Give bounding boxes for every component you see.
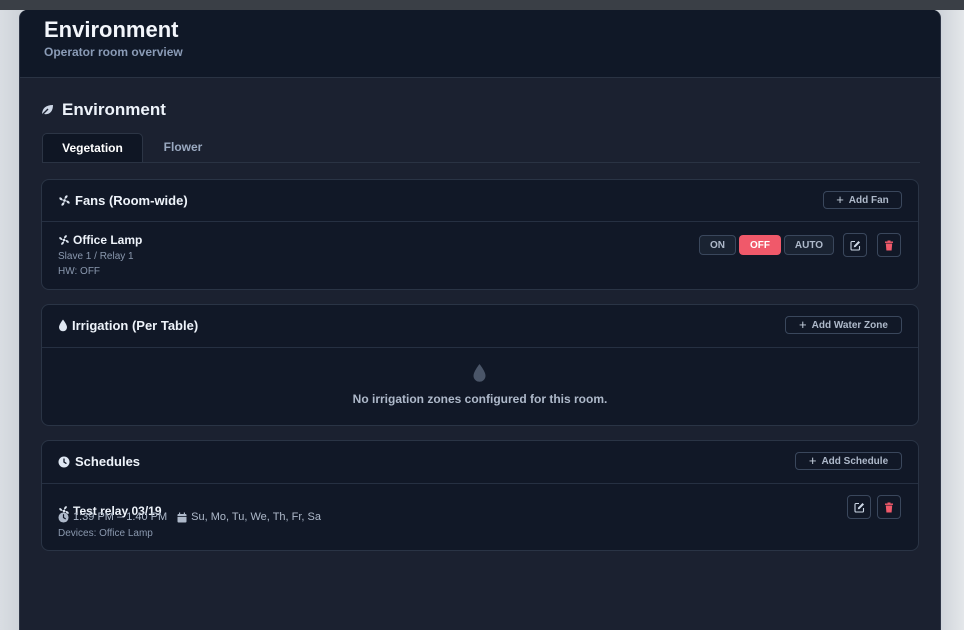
tab-flower[interactable]: Flower xyxy=(150,133,216,161)
edit-icon xyxy=(853,502,865,513)
fan-icon xyxy=(58,194,71,207)
schedules-card-title-wrap: Schedules xyxy=(58,454,140,469)
schedule-devices: Devices: Office Lamp xyxy=(58,528,153,539)
schedule-time: 1:39 PM – 1:40 PM xyxy=(73,511,168,523)
irrigation-empty-message: No irrigation zones configured for this … xyxy=(352,392,608,406)
trash-icon xyxy=(884,502,894,513)
fan-icon xyxy=(58,234,70,246)
tab-vegetation[interactable]: Vegetation xyxy=(42,133,143,162)
trash-icon xyxy=(884,240,894,251)
irrigation-card-header: Irrigation (Per Table) + Add Water Zone xyxy=(42,305,918,348)
plus-icon: + xyxy=(808,453,817,468)
section-heading: Environment xyxy=(40,99,166,121)
add-schedule-button[interactable]: + Add Schedule xyxy=(795,452,902,470)
fans-card: Fans (Room-wide) + Add Fan Office Lamp S… xyxy=(41,179,919,290)
leaf-icon xyxy=(40,103,54,117)
add-fan-label: Add Fan xyxy=(848,194,889,206)
schedule-days: Su, Mo, Tu, We, Th, Fr, Sa xyxy=(191,511,321,523)
irrigation-card-title-wrap: Irrigation (Per Table) xyxy=(58,318,198,333)
irrigation-card-title: Irrigation (Per Table) xyxy=(72,318,199,333)
fan-device-name: Office Lamp xyxy=(58,233,142,247)
schedules-card-title: Schedules xyxy=(75,454,141,469)
irrigation-card: Irrigation (Per Table) + Add Water Zone … xyxy=(41,304,919,426)
room-tabs: Vegetation Flower xyxy=(42,133,920,163)
delete-schedule-button[interactable] xyxy=(877,495,901,519)
environment-panel: Environment Operator room overview Envir… xyxy=(19,10,941,630)
page-header: Environment Operator room overview xyxy=(20,10,940,78)
mode-off-button[interactable]: OFF xyxy=(739,235,781,255)
delete-fan-button[interactable] xyxy=(877,233,901,257)
edit-schedule-button[interactable] xyxy=(847,495,871,519)
mode-on-button[interactable]: ON xyxy=(699,235,736,255)
droplet-icon xyxy=(472,363,487,383)
schedules-card: Schedules + Add Schedule Test relay 03/1… xyxy=(41,440,919,551)
fan-hw-status: HW: OFF xyxy=(58,266,101,277)
clock-icon xyxy=(58,511,69,523)
edit-icon xyxy=(849,240,861,251)
fans-card-title-wrap: Fans (Room-wide) xyxy=(58,193,188,208)
plus-icon: + xyxy=(799,317,807,332)
fans-card-header: Fans (Room-wide) + Add Fan xyxy=(42,180,918,222)
fan-device-label: Office Lamp xyxy=(73,233,143,247)
add-schedule-label: Add Schedule xyxy=(821,455,889,467)
clock-icon xyxy=(58,456,70,468)
mode-auto-button[interactable]: AUTO xyxy=(784,235,834,255)
calendar-icon xyxy=(177,512,187,523)
plus-icon: + xyxy=(836,192,844,207)
add-water-zone-label: Add Water Zone xyxy=(811,319,888,331)
page-title: Environment xyxy=(44,17,179,42)
add-fan-button[interactable]: + Add Fan xyxy=(823,191,902,209)
edit-fan-button[interactable] xyxy=(843,233,867,257)
add-water-zone-button[interactable]: + Add Water Zone xyxy=(785,316,902,334)
fan-device-location: Slave 1 / Relay 1 xyxy=(58,251,134,262)
schedule-meta: 1:39 PM – 1:40 PM Su, Mo, Tu, We, Th, Fr… xyxy=(58,511,321,523)
window-top-strip xyxy=(0,0,964,10)
schedules-card-header: Schedules + Add Schedule xyxy=(42,441,918,484)
droplet-icon xyxy=(58,319,68,332)
page-subtitle: Operator room overview xyxy=(44,45,183,59)
section-title: Environment xyxy=(62,100,166,119)
fans-card-title: Fans (Room-wide) xyxy=(75,193,188,208)
